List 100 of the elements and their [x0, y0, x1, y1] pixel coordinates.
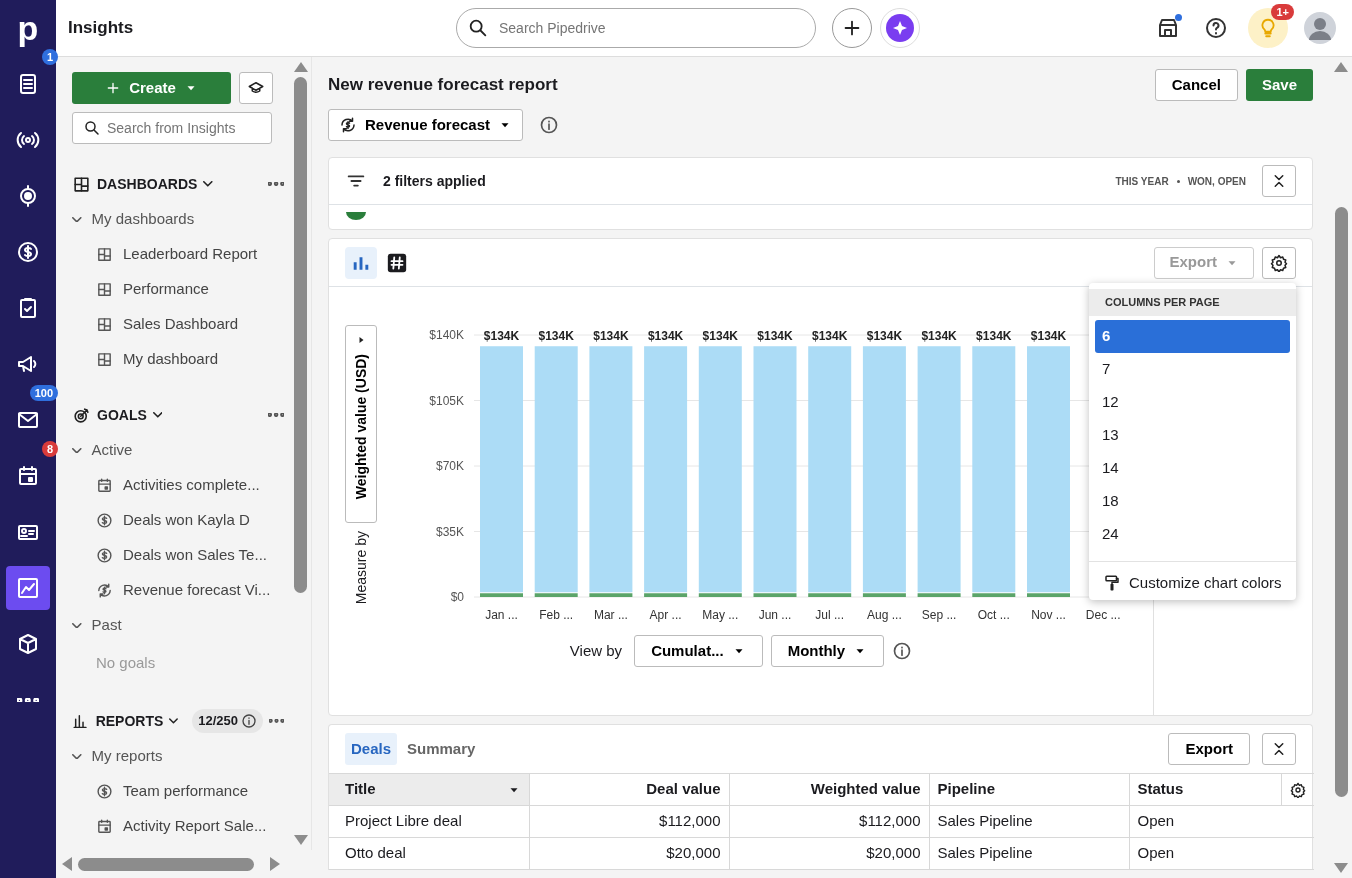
dashboard-icon: [72, 174, 91, 194]
view-toggle[interactable]: [345, 246, 377, 279]
menu-item[interactable]: Customize chart colors: [1129, 571, 1282, 594]
sidebar-item[interactable]: Team performance: [123, 780, 249, 803]
tab[interactable]: Deals: [345, 733, 398, 765]
section-title[interactable]: GOALS: [97, 404, 147, 426]
chevron-icon: [203, 181, 213, 187]
export-button[interactable]: Export: [1168, 733, 1250, 765]
dashboard-icon: [96, 316, 113, 333]
column-header[interactable]: Status: [1129, 773, 1281, 806]
axis-tick-label: $0: [450, 590, 464, 604]
count-badge: 1: [41, 49, 58, 65]
store-icon: [1156, 16, 1180, 40]
menu-item[interactable]: 12: [1095, 385, 1290, 419]
sidebar-item[interactable]: Deals won Kayla D: [123, 509, 250, 532]
axis-category-label: Oct ...: [977, 608, 1010, 622]
sidebar-item[interactable]: Activities complete...: [123, 474, 260, 497]
help-icon: [1204, 16, 1228, 40]
value-label: $134K: [757, 329, 793, 344]
counter-text: 12/250: [198, 712, 238, 731]
menu-item[interactable]: 13: [1095, 418, 1290, 452]
table-cell: $20,000: [729, 837, 929, 870]
avatar[interactable]: [1304, 12, 1336, 44]
dollar-icon: [96, 783, 113, 800]
section-title[interactable]: DASHBOARDS: [97, 173, 198, 195]
collapse-button[interactable]: [1262, 733, 1296, 765]
section-title[interactable]: REPORTS: [95, 710, 164, 732]
value-label: $134K: [812, 329, 848, 344]
axis-category-label: Dec ...: [1085, 608, 1121, 622]
menu-item[interactable]: 24: [1095, 517, 1290, 551]
column-header[interactable]: Pipeline: [929, 773, 1129, 806]
group-label[interactable]: Active: [91, 439, 133, 462]
menu-item[interactable]: 18: [1095, 484, 1290, 518]
sidebar-item[interactable]: Sales Dashboard: [123, 313, 239, 336]
column-header[interactable]: Weighted value: [729, 773, 929, 806]
sidebar-item[interactable]: Leaderboard Report: [123, 243, 258, 266]
report-type-dropdown[interactable]: Revenue forecast: [328, 109, 524, 141]
collapse-button[interactable]: [1262, 165, 1296, 197]
value-label: $134K: [921, 329, 957, 344]
paint-roller-icon: [1103, 573, 1121, 592]
sidebar-item[interactable]: Revenue forecast Vi...: [123, 579, 271, 602]
measure-by-dropdown[interactable]: Weighted value (USD): [345, 325, 377, 523]
menu-item[interactable]: 7: [1095, 352, 1290, 386]
axis-category-label: Mar ...: [593, 608, 628, 622]
more-icon[interactable]: [269, 719, 284, 723]
group-label[interactable]: My reports: [91, 745, 163, 768]
dollar-icon: [16, 240, 40, 264]
settings-icon[interactable]: [1289, 782, 1306, 799]
menu-item[interactable]: 14: [1095, 451, 1290, 485]
more-icon: [17, 697, 39, 703]
filter-period: THIS YEAR: [1115, 174, 1169, 189]
target-icon: [72, 405, 91, 425]
tips-button[interactable]: [1248, 8, 1288, 48]
status-icon: [346, 212, 366, 221]
value-label: $134K: [647, 329, 684, 344]
sparkle-icon: [885, 13, 915, 43]
sidebar-item[interactable]: Performance: [123, 278, 209, 301]
info-icon: [539, 115, 560, 135]
sidebar-item[interactable]: My dashboard: [123, 348, 219, 371]
search-field[interactable]: Search from Insights: [72, 112, 272, 144]
table-cell: Otto deal: [329, 837, 529, 870]
group-label[interactable]: My dashboards: [91, 208, 195, 231]
axis-label: Measure by: [351, 531, 370, 605]
more-icon[interactable]: [267, 182, 284, 186]
dollar-icon: [96, 547, 113, 564]
filter-summary[interactable]: 2 filters applied: [383, 170, 486, 192]
more-icon[interactable]: [267, 413, 284, 417]
view-by-dropdown[interactable]: Cumulat...: [634, 635, 763, 667]
chart-icon: [16, 576, 40, 600]
table-cell: Sales Pipeline: [929, 837, 1129, 870]
count-badge: 1+: [1271, 4, 1294, 20]
value-label: $134K: [538, 329, 574, 344]
assistant-button[interactable]: [880, 8, 920, 48]
axis-tick-label: $140K: [429, 328, 464, 342]
empty-state: No goals: [95, 652, 157, 673]
axis-category-label: Aug ...: [867, 608, 902, 622]
sidebar-item[interactable]: Deals won Sales Te...: [123, 544, 267, 567]
revenue-icon: [96, 582, 113, 599]
table-cell: $112,000: [729, 805, 929, 838]
settings-button[interactable]: [1262, 246, 1296, 279]
save-button[interactable]: Save: [1245, 69, 1313, 101]
axis-category-label: Feb ...: [539, 608, 574, 622]
menu-item[interactable]: 6: [1095, 319, 1290, 353]
cancel-button[interactable]: Cancel: [1154, 69, 1238, 101]
add-button[interactable]: [832, 8, 872, 48]
chevron-icon: [152, 412, 163, 418]
learn-button[interactable]: [239, 72, 273, 104]
value-label: $134K: [593, 329, 629, 344]
tab[interactable]: Summary: [401, 733, 482, 765]
column-header[interactable]: Title: [329, 773, 529, 806]
axis-tick-label: $35K: [435, 524, 464, 539]
create-button[interactable]: Create: [72, 72, 231, 104]
info-icon: [892, 641, 913, 661]
sidebar-item[interactable]: Activity Report Sale...: [123, 815, 267, 838]
group-label[interactable]: Past: [91, 614, 122, 637]
search-field[interactable]: Search Pipedrive: [456, 8, 816, 48]
table-cell: Project Libre deal: [329, 805, 529, 838]
view-by-dropdown[interactable]: Monthly: [770, 635, 885, 667]
logo[interactable]: p: [17, 0, 39, 56]
column-header[interactable]: Deal value: [529, 773, 729, 806]
